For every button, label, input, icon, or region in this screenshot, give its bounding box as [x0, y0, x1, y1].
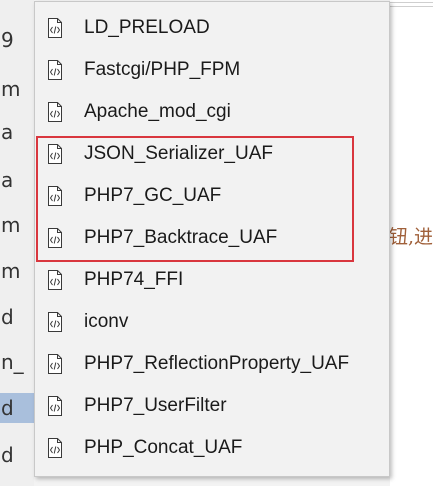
menu-item-php7-userfilter[interactable]: PHP7_UserFilter [35, 385, 389, 427]
background-list-item[interactable]: a [0, 165, 34, 195]
menu-item-label: Apache_mod_cgi [84, 101, 231, 122]
menu-item-label: PHP7_ReflectionProperty_UAF [84, 353, 350, 374]
menu-item-label: iconv [84, 311, 129, 332]
script-file-icon [48, 438, 62, 458]
script-file-icon [48, 270, 62, 290]
context-menu: LD_PRELOAD Fastcgi/PHP_FPM Apache_mod_cg… [34, 1, 390, 477]
script-file-icon [48, 186, 62, 206]
script-file-icon [48, 396, 62, 416]
menu-item-label: PHP74_FFI [84, 269, 184, 290]
background-text-fragment: 钮,进 [389, 226, 433, 248]
menu-item-label: PHP7_UserFilter [84, 395, 227, 416]
menu-item-php74-ffi[interactable]: PHP74_FFI [35, 259, 389, 301]
menu-item-php7-gc-uaf[interactable]: PHP7_GC_UAF [35, 175, 389, 217]
background-list-item-selected[interactable]: d [0, 393, 34, 423]
script-file-icon [48, 354, 62, 374]
menu-item-label: JSON_Serializer_UAF [84, 143, 273, 164]
script-file-icon [48, 60, 62, 80]
background-divider [390, 2, 433, 7]
menu-item-label: PHP7_GC_UAF [84, 185, 222, 206]
menu-item-fastcgi-php-fpm[interactable]: Fastcgi/PHP_FPM [35, 49, 389, 91]
menu-item-json-serializer-uaf[interactable]: JSON_Serializer_UAF [35, 133, 389, 175]
script-file-icon [48, 102, 62, 122]
background-list-item[interactable]: m [0, 210, 34, 240]
menu-item-label: PHP_Concat_UAF [84, 437, 243, 458]
menu-item-php-concat-uaf[interactable]: PHP_Concat_UAF [35, 427, 389, 469]
background-list-panel: 9 m a a m m d n_ d d [0, 0, 34, 486]
background-list-item[interactable]: m [0, 74, 34, 104]
menu-item-ld-preload[interactable]: LD_PRELOAD [35, 7, 389, 49]
menu-item-label: LD_PRELOAD [84, 17, 210, 38]
background-list-item[interactable]: n_ [0, 347, 34, 377]
script-file-icon [48, 144, 62, 164]
menu-item-iconv[interactable]: iconv [35, 301, 389, 343]
background-list-item[interactable]: d [0, 302, 34, 332]
menu-item-php7-backtrace-uaf[interactable]: PHP7_Backtrace_UAF [35, 217, 389, 259]
menu-item-php7-reflectionproperty-uaf[interactable]: PHP7_ReflectionProperty_UAF [35, 343, 389, 385]
script-file-icon [48, 228, 62, 248]
menu-item-label: Fastcgi/PHP_FPM [84, 59, 241, 80]
background-list-item[interactable]: m [0, 256, 34, 286]
menu-item-apache-mod-cgi[interactable]: Apache_mod_cgi [35, 91, 389, 133]
screen: 9 m a a m m d n_ d d 钮,进 LD_PRELOAD Fast… [0, 0, 433, 486]
background-list-item[interactable]: 9 [0, 25, 34, 55]
background-list-item[interactable]: d [0, 440, 34, 470]
script-file-icon [48, 18, 62, 38]
background-list-item[interactable]: a [0, 117, 34, 147]
menu-item-label: PHP7_Backtrace_UAF [84, 227, 278, 248]
script-file-icon [48, 312, 62, 332]
